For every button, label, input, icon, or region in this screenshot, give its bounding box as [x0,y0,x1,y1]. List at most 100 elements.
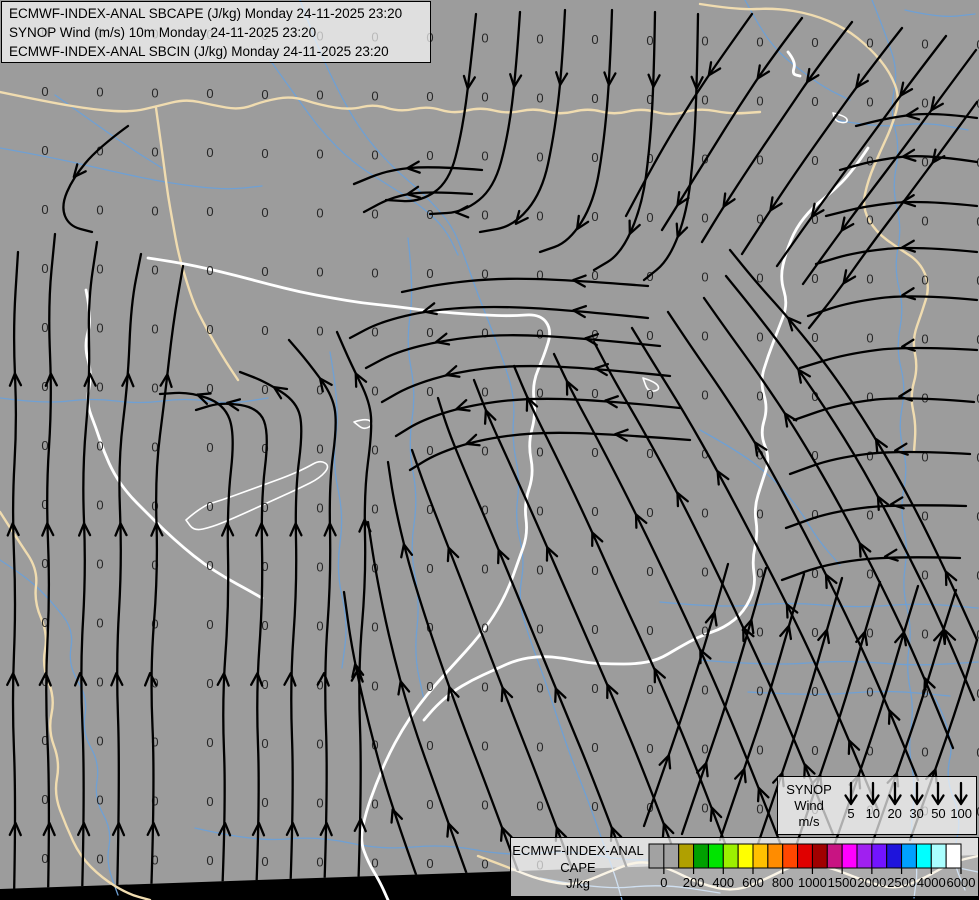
sbcin-grid-value-label: 0 [96,439,103,454]
sbcin-grid-value-label: 0 [701,565,708,580]
sbcin-grid-value-label: 0 [756,801,763,816]
sbcin-grid-value-label: 0 [646,741,653,756]
title-box: ECMWF-INDEX-ANAL SBCAPE (J/kg) Monday 24… [1,1,431,63]
synop-unit-label: m/s [798,814,820,829]
sbcin-grid-value-label: 0 [536,562,543,577]
colorbar-cell [722,843,739,869]
sbcin-grid-value-label: 0 [96,675,103,690]
sbcin-grid-value-label: 0 [261,795,268,810]
sbcin-grid-value-label: 0 [811,684,818,699]
cape-colorbar: 0 200 400 600 800 1000 1500 2000 2500 4000 6000 [648,843,976,890]
synop-speed-label: 20 [887,806,902,821]
sbcin-grid-value-label: 0 [591,563,598,578]
sbcin-grid-value-label: 0 [591,386,598,401]
sbcin-grid-value-label: 0 [41,84,48,99]
sbcin-grid-value-label: 0 [701,93,708,108]
sbcin-grid-value-label: 0 [481,739,488,754]
sbcin-grid-value-label: 0 [866,390,873,405]
sbcin-grid-value-label: 0 [701,211,708,226]
colorbar-cell [930,843,947,869]
synop-speed-label: 5 [847,806,855,821]
sbcin-grid-value-label: 0 [41,143,48,158]
colorbar-cell [693,843,709,869]
sbcin-grid-value-label: 0 [756,683,763,698]
synop-speed-item: 20 [885,780,905,820]
sbcin-grid-value-label: 0 [701,388,708,403]
sbcin-grid-value-label: 0 [371,501,378,516]
sbcin-grid-value-label: 0 [426,738,433,753]
sbcin-grid-value-label: 0 [921,331,928,346]
synop-speed-label: 50 [931,806,946,821]
synop-source-label: SYNOP [786,782,832,797]
sbcin-grid-value-label: 0 [646,210,653,225]
colorbar-tick-label: 2500 [887,875,916,890]
sbcin-grid-value-label: 0 [591,681,598,696]
sbcin-grid-value-label: 0 [426,561,433,576]
colorbar-cell [901,843,917,869]
sbcin-grid-value-label: 0 [151,321,158,336]
sbcin-grid-value-label: 0 [371,88,378,103]
sbcin-grid-value-label: 0 [536,444,543,459]
sbcin-grid-value-label: 0 [481,90,488,105]
sbcin-grid-value-label: 0 [481,208,488,223]
sbcin-grid-value-label: 0 [426,148,433,163]
cape-legend: ECMWF-INDEX-ANAL CAPE J/kg 0 200 400 600 800… [510,837,979,897]
sbcin-grid-value-label: 0 [371,383,378,398]
sbcin-grid-value-label: 0 [921,626,928,641]
sbcin-grid-value-label: 0 [756,93,763,108]
map-canvas: 0 0 0 0 0 0 0 0 0 0 0 0 0 0 0 0 0 0 0 0 0 0 0 0 0 0 0 0 0 0 0 0 0 0 0 0 0 0 0 0… [0,0,979,900]
title-line-wind: SYNOP Wind (m/s) 10m Monday 24-11-2025 2… [9,25,317,41]
sbcin-grid-value-label: 0 [151,85,158,100]
sbcin-grid-value-label: 0 [646,682,653,697]
sbcin-grid-value-label: 0 [261,736,268,751]
sbcin-grid-value-label: 0 [646,33,653,48]
sbcin-grid-value-label: 0 [206,558,213,573]
cape-unit-label: J/kg [566,876,590,892]
sbcin-grid-value-label: 0 [756,624,763,639]
sbcin-grid-value-label: 0 [921,508,928,523]
sbcin-grid-value-label: 0 [151,144,158,159]
sbcin-grid-value-label: 0 [921,744,928,759]
colorbar-cell [752,843,769,869]
sbcin-grid-value-label: 0 [866,685,873,700]
colorbar-tick-label: 6000 [947,875,976,890]
sbcin-grid-value-label: 0 [481,798,488,813]
cape-legend-labels: ECMWF-INDEX-ANAL CAPE J/kg [511,838,645,893]
cape-variable-label: CAPE [560,859,596,875]
sbcin-grid-value-label: 0 [371,442,378,457]
sbcin-grid-value-label: 0 [536,208,543,223]
colorbar-cell [648,843,665,869]
sbcin-grid-value-label: 0 [481,857,488,872]
sbcin-grid-value-label: 0 [591,504,598,519]
sbcin-grid-value-label: 0 [41,320,48,335]
synop-wind-legend: SYNOP Wind m/s 5 10 20 30 50 100 [777,776,977,835]
sbcin-grid-value-label: 0 [316,737,323,752]
sbcin-grid-value-label: 0 [316,88,323,103]
colorbar-tick-label: 400 [712,875,734,890]
sbcin-grid-value-label: 0 [96,262,103,277]
sbcin-grid-value-label: 0 [811,94,818,109]
colorbar-tick-label: 1000 [798,875,827,890]
colorbar-cell [767,843,784,869]
colorbar-cell [707,843,724,869]
sbcin-grid-value-label: 0 [646,505,653,520]
wind-down-arrow-icon [844,781,858,806]
sbcin-grid-value-label: 0 [866,449,873,464]
sbcin-grid-value-label: 0 [96,616,103,631]
colorbar-tick-label: 2000 [857,875,886,890]
sbcin-grid-value-label: 0 [591,740,598,755]
sbcin-grid-value-label: 0 [426,89,433,104]
colorbar-cell [945,843,962,869]
sbcin-grid-value-label: 0 [261,146,268,161]
sbcin-grid-value-label: 0 [921,213,928,228]
sbcin-grid-value-label: 0 [866,95,873,110]
sbcin-grid-value-label: 0 [646,623,653,638]
sbcin-grid-value-label: 0 [536,503,543,518]
sbcin-grid-value-label: 0 [646,387,653,402]
sbcin-grid-value-label: 0 [316,560,323,575]
sbcin-grid-value-label: 0 [206,853,213,868]
sbcin-grid-value-label: 0 [96,557,103,572]
sbcin-grid-value-label: 0 [426,266,433,281]
sbcin-grid-value-label: 0 [96,852,103,867]
sbcin-grid-value-label: 0 [701,329,708,344]
